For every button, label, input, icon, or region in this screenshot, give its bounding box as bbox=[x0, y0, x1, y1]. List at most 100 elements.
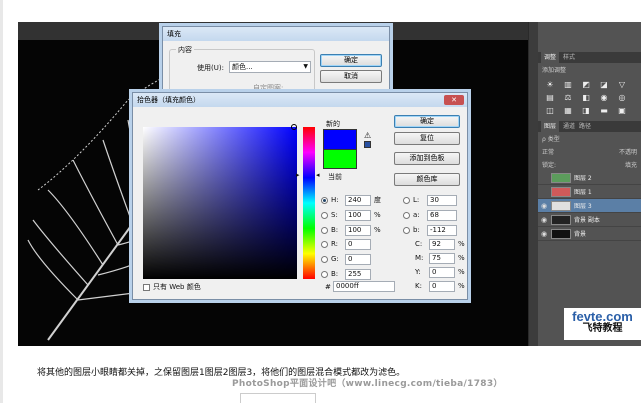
hsb-input[interactable]: 100 bbox=[345, 210, 371, 221]
logo-line1: fevte.com bbox=[572, 309, 633, 324]
new-color-label: 新的 bbox=[326, 120, 340, 128]
fill-ok-button[interactable]: 确定 bbox=[320, 54, 382, 67]
adjust-panel-tabs: 调整 样式 bbox=[538, 52, 641, 63]
lab-radio[interactable] bbox=[403, 227, 410, 234]
add-to-swatches-button[interactable]: 添加到色板 bbox=[394, 152, 460, 165]
picker-reset-button[interactable]: 复位 bbox=[394, 132, 460, 145]
cmyk-input[interactable]: 0 bbox=[429, 281, 455, 292]
exposure-icon[interactable]: ◪ bbox=[598, 79, 610, 89]
fill-dialog-title: 填充 bbox=[163, 27, 389, 41]
tab-adjustments[interactable]: 调整 bbox=[541, 52, 560, 63]
eye-icon[interactable]: ◉ bbox=[540, 202, 548, 210]
lab-input[interactable]: -112 bbox=[427, 225, 457, 236]
rgb-radio[interactable] bbox=[321, 271, 328, 278]
photo-filter-icon[interactable]: ◉ bbox=[598, 92, 610, 102]
lab-label: L: bbox=[413, 196, 420, 204]
warning-icon[interactable]: ⚠ bbox=[364, 131, 371, 140]
gradient-map-icon[interactable]: ▬ bbox=[598, 105, 610, 115]
content-group-label: 内容 bbox=[176, 45, 194, 55]
layer-row[interactable]: ◉ 背景 副本 bbox=[538, 213, 641, 227]
eye-icon[interactable]: ◉ bbox=[540, 216, 548, 224]
new-color-swatch bbox=[323, 129, 357, 149]
layer-row[interactable]: 图层 1 bbox=[538, 185, 641, 199]
color-field-marker[interactable] bbox=[291, 124, 297, 130]
layer-thumbnail bbox=[551, 214, 571, 225]
color-field[interactable] bbox=[143, 127, 297, 279]
lab-input[interactable]: 30 bbox=[427, 195, 457, 206]
hue-slider-left-handle[interactable]: ▸ bbox=[296, 171, 300, 179]
hsb-radio[interactable] bbox=[321, 197, 328, 204]
cmyk-input[interactable]: 0 bbox=[429, 267, 455, 278]
rgb-label: R: bbox=[331, 240, 339, 248]
blend-mode-select[interactable]: 正常 bbox=[542, 147, 554, 156]
levels-icon[interactable]: ▥ bbox=[562, 79, 574, 89]
cmyk-input[interactable]: 92 bbox=[429, 239, 455, 250]
lab-radio[interactable] bbox=[403, 212, 410, 219]
use-label: 使用(U): bbox=[197, 64, 224, 72]
hsb-unit: % bbox=[374, 226, 381, 234]
tab-styles[interactable]: 样式 bbox=[563, 52, 575, 63]
layer-thumbnail bbox=[551, 200, 571, 211]
cmyk-unit: % bbox=[458, 240, 465, 248]
color-libraries-button[interactable]: 颜色库 bbox=[394, 173, 460, 186]
hue-slider[interactable] bbox=[303, 127, 315, 279]
layer-row[interactable]: ◉ 背景 bbox=[538, 227, 641, 241]
hsb-radio[interactable] bbox=[321, 227, 328, 234]
adjustment-icons: ☀ ▥ ◩ ◪ ▽ ▤ ⚖ ◧ ◉ ◎ ◫ ▦ ◨ ▬ ▣ bbox=[538, 76, 641, 118]
cmyk-input[interactable]: 75 bbox=[429, 253, 455, 264]
cmyk-unit: % bbox=[458, 254, 465, 262]
current-color-swatch[interactable] bbox=[323, 149, 357, 169]
rgb-radio[interactable] bbox=[321, 256, 328, 263]
layer-kind-filter[interactable]: ρ 类型 bbox=[538, 132, 641, 145]
tab-paths[interactable]: 路径 bbox=[579, 121, 591, 132]
use-select[interactable]: 颜色... ▼ bbox=[229, 61, 311, 73]
tab-layers[interactable]: 图层 bbox=[541, 121, 560, 132]
brightness-icon[interactable]: ☀ bbox=[544, 79, 556, 89]
rgb-label: G: bbox=[331, 255, 339, 263]
vibrance-icon[interactable]: ▽ bbox=[616, 79, 628, 89]
bw-icon[interactable]: ◧ bbox=[580, 92, 592, 102]
tab-channels[interactable]: 通道 bbox=[563, 121, 575, 132]
web-safe-cube-icon[interactable] bbox=[364, 141, 371, 148]
cmyk-unit: % bbox=[458, 282, 465, 290]
fill-dialog: 填充 内容 使用(U): 颜色... ▼ 自定图案: 确定 取消 bbox=[162, 26, 390, 100]
layer-thumbnail bbox=[551, 172, 571, 183]
picker-ok-button[interactable]: 确定 bbox=[394, 115, 460, 128]
hex-input[interactable]: 0000ff bbox=[333, 281, 395, 292]
page-left-border bbox=[0, 0, 3, 403]
curves-icon[interactable]: ◩ bbox=[580, 79, 592, 89]
invert-icon[interactable]: ◫ bbox=[544, 105, 556, 115]
hue-slider-right-handle[interactable]: ◂ bbox=[316, 171, 320, 179]
lab-radio[interactable] bbox=[403, 197, 410, 204]
color-balance-icon[interactable]: ⚖ bbox=[562, 92, 574, 102]
fill-cancel-button[interactable]: 取消 bbox=[320, 70, 382, 83]
rgb-input[interactable]: 0 bbox=[345, 254, 371, 265]
color-picker-dialog: 拾色器（填充颜色） ✕ ▸ ◂ 新的 当前 ⚠ 确定 复位 添加到色板 颜色库 … bbox=[132, 92, 468, 300]
hue-sat-icon[interactable]: ▤ bbox=[544, 92, 556, 102]
web-only-checkbox[interactable] bbox=[143, 284, 150, 291]
posterize-icon[interactable]: ▦ bbox=[562, 105, 574, 115]
layer-row[interactable]: 图层 2 bbox=[538, 171, 641, 185]
rgb-input[interactable]: 255 bbox=[345, 269, 371, 280]
eye-icon[interactable]: ◉ bbox=[540, 230, 548, 238]
cmyk-label: M: bbox=[415, 254, 424, 262]
rgb-input[interactable]: 0 bbox=[345, 239, 371, 250]
layers-panel-tabs: 图层 通道 路径 bbox=[538, 121, 641, 132]
hsb-label: S: bbox=[331, 211, 338, 219]
hsb-input[interactable]: 240 bbox=[345, 195, 371, 206]
hsb-label: B: bbox=[331, 226, 339, 234]
threshold-icon[interactable]: ◨ bbox=[580, 105, 592, 115]
channel-mixer-icon[interactable]: ◎ bbox=[616, 92, 628, 102]
rgb-radio[interactable] bbox=[321, 241, 328, 248]
color-panel[interactable] bbox=[538, 22, 641, 52]
lab-input[interactable]: 68 bbox=[427, 210, 457, 221]
panels-dock: 调整 样式 添加调整 ☀ ▥ ◩ ◪ ▽ ▤ ⚖ ◧ ◉ ◎ ◫ ▦ ◨ ▬ ▣… bbox=[538, 22, 641, 346]
close-icon[interactable]: ✕ bbox=[444, 95, 464, 105]
hsb-radio[interactable] bbox=[321, 212, 328, 219]
hsb-input[interactable]: 100 bbox=[345, 225, 371, 236]
web-only-label: 只有 Web 颜色 bbox=[153, 283, 201, 291]
layer-row[interactable]: ◉ 图层 3 bbox=[538, 199, 641, 213]
cmyk-label: K: bbox=[415, 282, 422, 290]
selective-color-icon[interactable]: ▣ bbox=[616, 105, 628, 115]
hsb-unit: % bbox=[374, 211, 381, 219]
